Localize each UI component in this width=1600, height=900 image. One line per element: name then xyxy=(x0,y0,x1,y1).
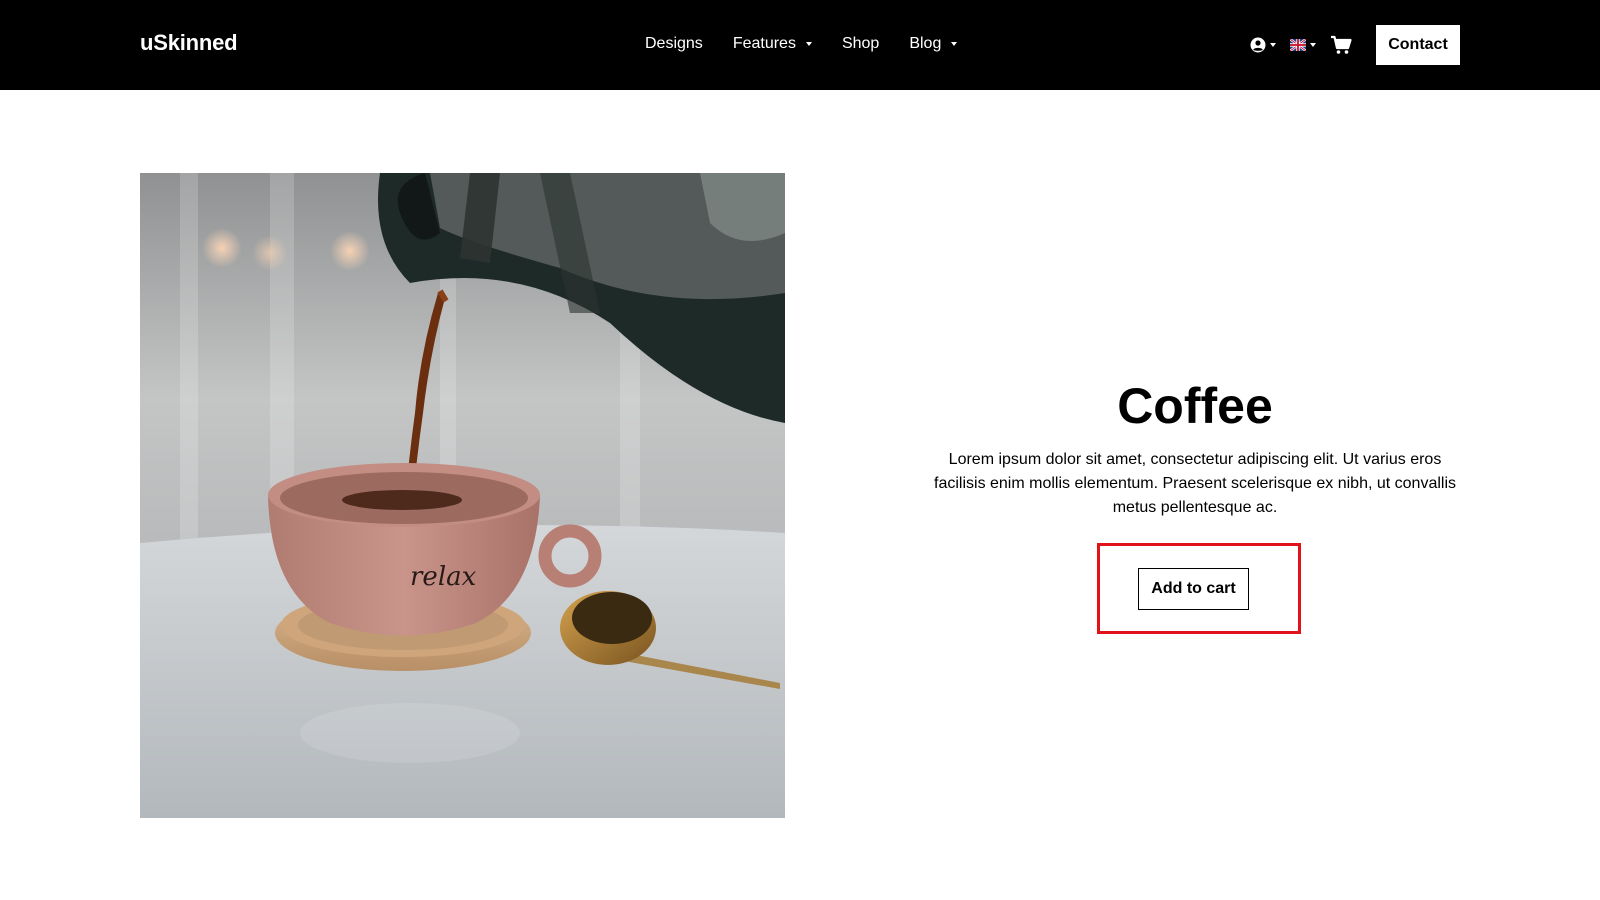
nav-item-features[interactable]: Features xyxy=(733,35,812,53)
coffee-pour-illustration: relax xyxy=(140,173,785,818)
brand-logo[interactable]: uSkinned xyxy=(140,30,238,56)
shopping-cart-icon xyxy=(1331,35,1352,54)
nav-item-label: Features xyxy=(732,35,796,52)
add-to-cart-button[interactable]: Add to cart xyxy=(1138,568,1249,610)
caret-down-icon xyxy=(1270,43,1276,47)
uk-flag-icon xyxy=(1290,39,1306,51)
cart-button[interactable] xyxy=(1330,30,1352,60)
account-menu-button[interactable] xyxy=(1250,30,1276,60)
cup-script: relax xyxy=(410,562,477,592)
site-header: uSkinned Designs Features Shop Blog Cont… xyxy=(0,0,1600,90)
product-image: relax xyxy=(140,173,785,818)
main-nav: Designs Features Shop Blog xyxy=(645,35,987,53)
nav-item-label: Shop xyxy=(841,35,880,52)
product-title: Coffee xyxy=(1117,378,1273,434)
utility-nav xyxy=(1250,30,1366,60)
nav-item-label: Designs xyxy=(645,35,703,52)
caret-down-icon xyxy=(805,42,812,46)
nav-item-designs[interactable]: Designs xyxy=(645,35,703,53)
caret-down-icon xyxy=(951,42,958,46)
product-description: Lorem ipsum dolor sit amet, consectetur … xyxy=(934,451,1456,516)
nav-item-shop[interactable]: Shop xyxy=(842,35,879,53)
language-selector[interactable] xyxy=(1290,30,1316,60)
nav-item-label: Blog xyxy=(909,35,942,52)
contact-button[interactable]: Contact xyxy=(1376,25,1460,65)
nav-item-blog[interactable]: Blog xyxy=(909,35,958,53)
caret-down-icon xyxy=(1310,43,1316,47)
user-circle-icon xyxy=(1250,37,1266,53)
